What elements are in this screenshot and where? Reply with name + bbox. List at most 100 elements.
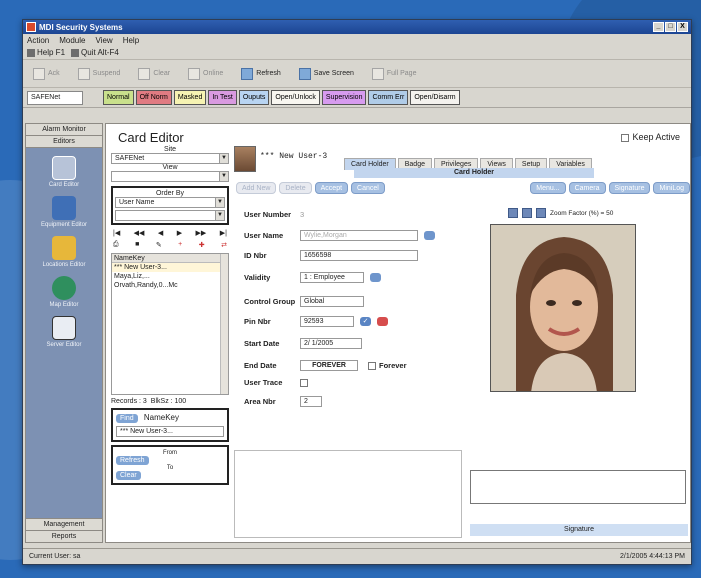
save-icon[interactable]: ■ xyxy=(135,241,139,249)
site-select[interactable]: SAFENet xyxy=(27,90,83,105)
sigma-icon xyxy=(77,67,90,80)
editors-section[interactable]: Editors xyxy=(26,136,102,148)
pin-input[interactable]: 92593 xyxy=(300,316,354,327)
zoom-reset-icon[interactable] xyxy=(536,208,546,218)
editors-panel: Card Editor Equipment Editor Locations E… xyxy=(26,148,102,518)
last-record-icon[interactable]: ▶| xyxy=(220,229,227,237)
delete-button[interactable]: Delete xyxy=(279,182,312,194)
area-nbr-input[interactable]: 2 xyxy=(300,396,322,407)
current-user: Current User: sa xyxy=(29,553,81,560)
nav-map-editor[interactable]: Map Editor xyxy=(26,276,102,308)
nav-locations-editor[interactable]: Locations Editor xyxy=(26,236,102,268)
zoom-in-icon[interactable] xyxy=(508,208,518,218)
save-screen-icon xyxy=(298,67,311,80)
maximize-button[interactable]: □ xyxy=(665,22,676,32)
minilog-button[interactable]: MiniLog xyxy=(653,182,690,194)
first-record-icon[interactable]: |◀ xyxy=(113,229,120,237)
find-input[interactable]: *** New User-3... xyxy=(116,426,224,437)
keep-active-checkbox[interactable]: Keep Active xyxy=(621,132,680,142)
list-item[interactable]: *** New User-3... xyxy=(112,263,228,272)
view-select[interactable]: ▼ xyxy=(111,171,229,182)
find-group: Find NameKey *** New User-3... xyxy=(111,408,229,442)
print-icon[interactable]: ⎙ xyxy=(113,241,119,249)
management-tab[interactable]: Management xyxy=(26,518,102,530)
clear-list-button[interactable]: Clear xyxy=(116,471,141,480)
status-off-norm: Off Norm xyxy=(135,90,172,105)
records-count: Records : 3 xyxy=(111,398,147,405)
clear-pin-icon[interactable] xyxy=(377,317,388,326)
help-button[interactable]: Help F1 xyxy=(27,48,65,57)
reports-tab[interactable]: Reports xyxy=(26,530,102,542)
control-group-select[interactable]: Global xyxy=(300,296,364,307)
arrow-icon[interactable]: ⇄ xyxy=(221,241,227,249)
list-item[interactable]: Orvath,Randy,0...Mc xyxy=(112,281,228,290)
quit-button[interactable]: Quit Alt-F4 xyxy=(71,48,119,57)
site-select[interactable]: SAFENet ▼ xyxy=(111,153,229,164)
full-page-button[interactable]: Full Page xyxy=(371,67,416,80)
delete-icon[interactable]: ✚ xyxy=(199,241,205,249)
checkbox-box xyxy=(621,133,630,142)
app-icon xyxy=(26,22,36,32)
nav-equipment-editor[interactable]: Equipment Editor xyxy=(26,196,102,228)
alarm-monitor-tab[interactable]: Alarm Monitor xyxy=(26,124,102,136)
title-bar: MDI Security Systems _ □ X xyxy=(23,20,691,34)
check-icon[interactable]: ✓ xyxy=(360,317,371,326)
list-header[interactable]: NameKey xyxy=(112,254,228,263)
list-scrollbar[interactable] xyxy=(220,254,228,394)
notes-area[interactable] xyxy=(234,450,462,538)
refresh-button[interactable]: Refresh xyxy=(241,67,281,80)
start-date-input[interactable]: 2/ 1/2005 xyxy=(300,338,362,349)
record-header-name: *** New User-3 xyxy=(260,152,328,161)
menu-view[interactable]: View xyxy=(95,36,112,45)
suspend-button[interactable]: Suspend xyxy=(77,67,120,80)
clear-button[interactable]: Clear xyxy=(138,67,170,80)
edit-icon[interactable]: ✎ xyxy=(156,241,162,249)
user-name-edit-icon[interactable] xyxy=(424,231,435,240)
validity-edit-icon[interactable] xyxy=(370,273,381,282)
user-trace-checkbox[interactable] xyxy=(300,378,308,387)
menu-button[interactable]: Menu... xyxy=(530,182,566,194)
refresh-list-button[interactable]: Refresh xyxy=(116,456,149,465)
minimize-button[interactable]: _ xyxy=(653,22,664,32)
accept-button[interactable]: Accept xyxy=(314,182,349,194)
datetime: 2/1/2005 4:44:13 PM xyxy=(620,553,685,560)
prev-record-icon[interactable]: ◀ xyxy=(158,229,163,237)
user-name-input[interactable]: Wylie,Morgan xyxy=(300,230,418,241)
add-new-button[interactable]: Add New xyxy=(236,182,277,194)
ack-button[interactable]: Ack xyxy=(33,67,60,80)
status-masked: Masked xyxy=(173,90,207,105)
control-group-row: Control Group Global xyxy=(244,296,364,307)
find-button[interactable]: Find xyxy=(116,414,138,423)
ack-icon xyxy=(33,67,45,80)
next-record-icon[interactable]: ▶ xyxy=(177,229,182,237)
order-by-select-2[interactable]: ▼ xyxy=(115,210,225,221)
menu-action[interactable]: Action xyxy=(27,36,49,45)
photo-thumbnail xyxy=(234,146,256,172)
nav-server-editor[interactable]: Server Editor xyxy=(26,316,102,348)
signature-button[interactable]: Signature xyxy=(608,182,651,194)
close-button[interactable]: X xyxy=(677,22,688,32)
insert-icon[interactable]: + xyxy=(178,241,182,249)
user-name-label: User Name xyxy=(244,231,284,240)
record-actions: ⎙ ■ ✎ + ✚ ⇄ xyxy=(111,241,229,253)
nav-card-editor[interactable]: Card Editor xyxy=(26,156,102,188)
next-page-icon[interactable]: ▶▶ xyxy=(196,229,207,237)
camera-button[interactable]: Camera xyxy=(568,182,606,194)
equipment-editor-icon xyxy=(52,196,76,220)
signature-box[interactable] xyxy=(470,470,686,504)
save-screen-button[interactable]: Save Screen xyxy=(298,67,354,80)
menu-module[interactable]: Module xyxy=(59,36,85,45)
prev-page-icon[interactable]: ◀◀ xyxy=(134,229,145,237)
online-button[interactable]: Online xyxy=(188,67,223,80)
list-item[interactable]: Maya,Liz,... xyxy=(112,272,228,281)
end-date-input[interactable]: FOREVER xyxy=(300,360,358,371)
order-by-select[interactable]: User Name ▼ xyxy=(115,197,225,208)
forever-checkbox[interactable]: Forever xyxy=(368,361,407,370)
record-panel: *** New User-3 Card Holder Badge Privile… xyxy=(234,146,690,540)
id-nbr-input[interactable]: 1656598 xyxy=(300,250,418,261)
zoom-out-icon[interactable] xyxy=(522,208,532,218)
cancel-button[interactable]: Cancel xyxy=(351,182,385,194)
validity-select[interactable]: 1 : Employee xyxy=(300,272,364,283)
menu-help[interactable]: Help xyxy=(123,36,139,45)
cardholder-form: User Number 3 User Name Wylie,Morgan ID … xyxy=(234,202,456,442)
